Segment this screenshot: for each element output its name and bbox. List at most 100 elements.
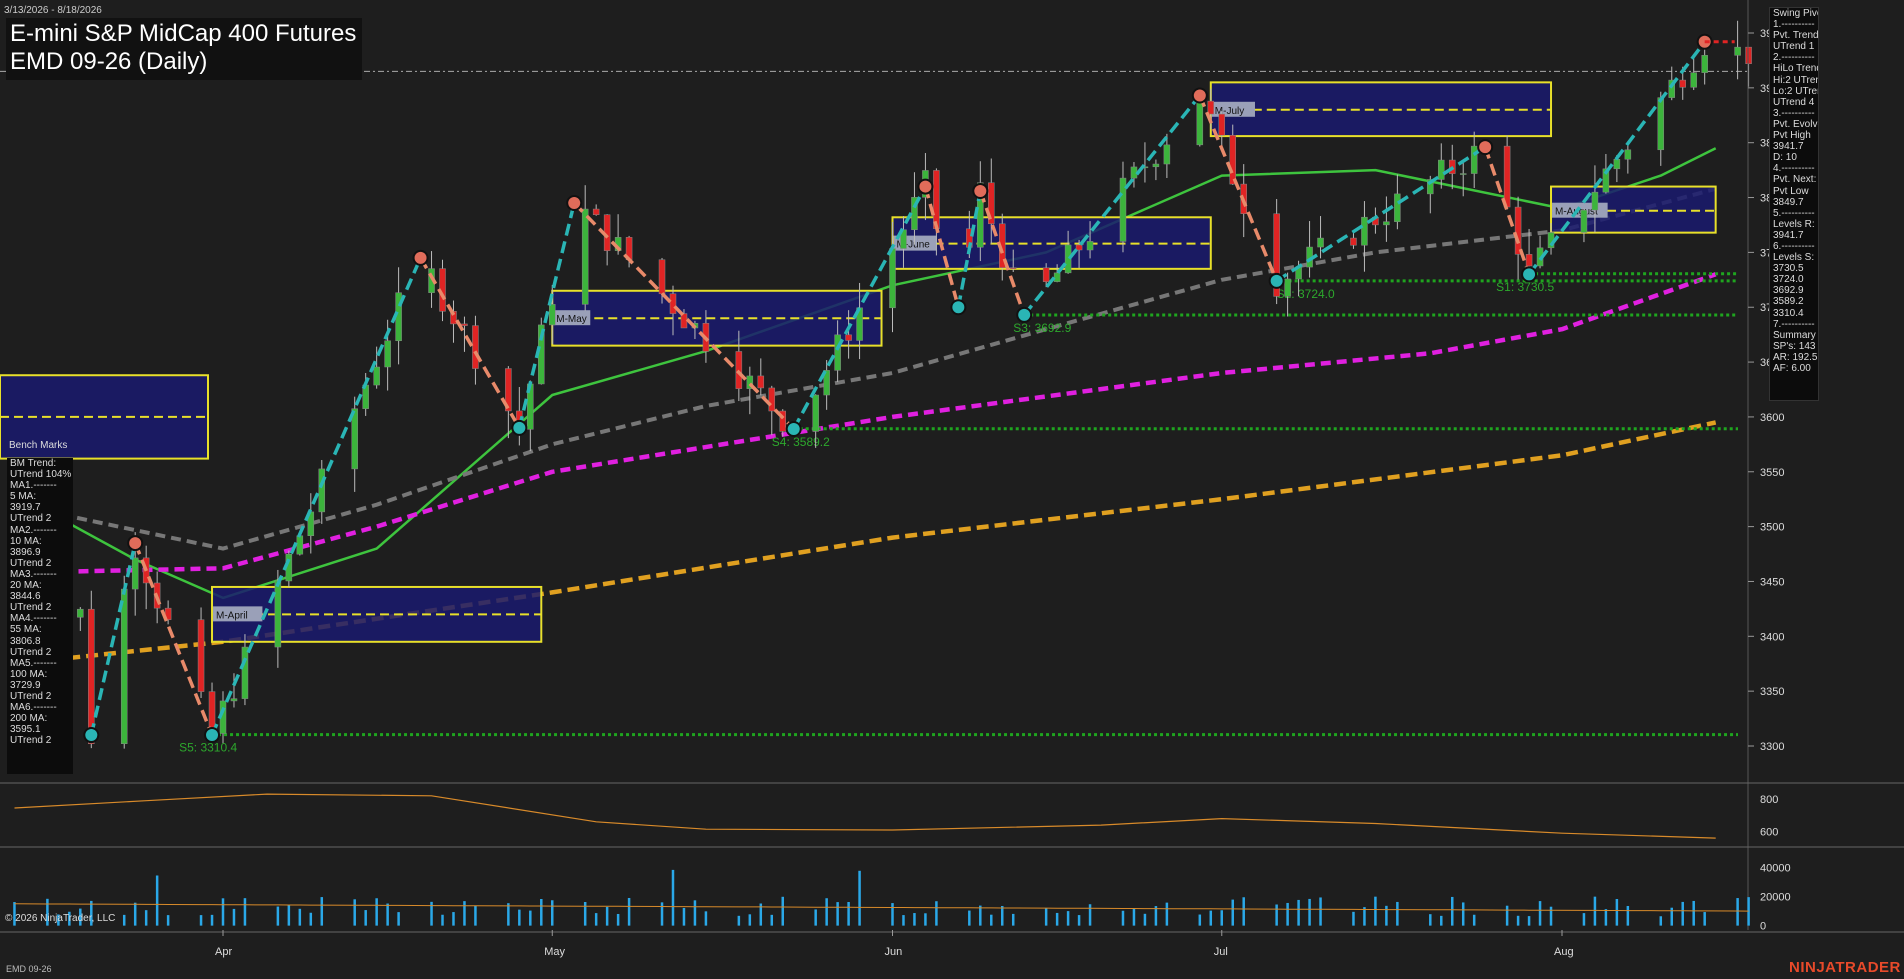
bench-marks-line: MA1.------- xyxy=(10,480,57,492)
candle-body xyxy=(274,580,282,648)
candle-body xyxy=(1734,46,1741,56)
price-tick-label: 3300 xyxy=(1760,741,1784,753)
bench-marks-line: 3595.1 xyxy=(10,724,41,736)
swing-pivots-line: 3730.5 xyxy=(1773,263,1804,275)
swing-pivots-line: AR: 192.5 xyxy=(1773,351,1818,363)
bench-marks-line: 3919.7 xyxy=(10,502,41,514)
price-chart: M-AprilM-MayM-JuneM-JulyM-August S1: 373… xyxy=(0,0,1904,979)
bench-marks-line: 3844.6 xyxy=(10,591,41,603)
candle-body xyxy=(120,588,128,744)
date-tick-label: Apr xyxy=(215,946,232,958)
candle-body xyxy=(1438,159,1445,180)
swing-pivots-line: UTrend 1 xyxy=(1773,41,1815,53)
candle-body xyxy=(241,646,249,699)
candle-body xyxy=(1657,97,1665,151)
pivot-low-marker xyxy=(1016,306,1033,323)
bench-marks-line: 3806.8 xyxy=(10,635,41,647)
pivot-high-marker xyxy=(1477,139,1494,156)
bench-marks-line: MA6.------- xyxy=(10,702,57,714)
bench-marks-line: 3729.9 xyxy=(10,679,41,691)
swing-pivots-line: Pvt High xyxy=(1773,130,1811,142)
bench-marks-line: 20 MA: xyxy=(10,580,42,592)
bench-marks-line: UTrend 2 xyxy=(10,735,52,747)
bench-marks-line: 200 MA: xyxy=(10,713,48,725)
candle-body xyxy=(1075,244,1083,251)
candle-body xyxy=(1009,267,1017,269)
price-tick-label: 3350 xyxy=(1760,686,1784,698)
chart-subtitle: EMD 09-26 (Daily) xyxy=(10,48,208,75)
pivot-high-marker xyxy=(412,249,429,266)
price-tick-label: 3400 xyxy=(1760,631,1784,643)
bench-marks-line: UTrend 104% xyxy=(10,469,72,481)
chart-title: E-mini S&P MidCap 400 Futures xyxy=(10,20,357,47)
candle-body xyxy=(1624,149,1632,160)
candle-body xyxy=(1591,191,1599,211)
support-label: S3: 3692.9 xyxy=(1013,321,1071,335)
candle-body xyxy=(1229,135,1236,185)
candle-body xyxy=(1207,100,1215,115)
pivot-low-marker xyxy=(785,420,802,437)
swing-pivots-line: SP's: 143 xyxy=(1773,340,1816,352)
volume-tick-label: 40000 xyxy=(1760,862,1791,874)
candle-body xyxy=(1361,216,1368,246)
candle-body xyxy=(1459,173,1467,175)
bench-marks-line: MA3.------- xyxy=(10,568,57,580)
candle-body xyxy=(581,208,589,305)
pivot-low-marker xyxy=(204,727,221,744)
swing-pivots-line: 3.---------- xyxy=(1773,107,1815,119)
candle-body xyxy=(197,619,205,692)
candle-body xyxy=(768,387,776,412)
candle-body xyxy=(1163,144,1171,165)
candle-body xyxy=(1053,272,1061,282)
swing-pivots-line: Levels S: xyxy=(1773,252,1815,264)
bench-marks-line: 10 MA: xyxy=(10,535,42,547)
osc-tick-label: 800 xyxy=(1760,794,1778,806)
osc-tick-label: 600 xyxy=(1760,827,1778,839)
candle-body xyxy=(1613,159,1621,170)
support-label: S4: 3589.2 xyxy=(772,435,830,449)
candle-body xyxy=(889,248,896,309)
swing-pivots-line: 3310.4 xyxy=(1773,307,1804,319)
swing-pivots-line: 3941.7 xyxy=(1773,141,1804,153)
swing-pivots-line: Levels R: xyxy=(1773,218,1815,230)
bench-marks-line: UTrend 2 xyxy=(10,602,52,614)
candle-body xyxy=(1350,237,1357,246)
pivot-high-marker xyxy=(972,182,989,199)
candle-body xyxy=(1701,55,1708,73)
swing-pivots-line: 3692.9 xyxy=(1773,285,1804,297)
bench-marks-line: UTrend 2 xyxy=(10,646,52,658)
swing-pivots-line: 3849.7 xyxy=(1773,196,1804,208)
bench-marks-line: UTrend 2 xyxy=(10,690,52,702)
candle-body xyxy=(592,208,600,215)
candle-body xyxy=(1745,46,1752,64)
date-tick-label: Aug xyxy=(1554,946,1574,958)
bench-marks-line: UTrend 2 xyxy=(10,557,52,569)
support-label: S5: 3310.4 xyxy=(179,741,237,755)
swing-pivots-line: 5.---------- xyxy=(1773,207,1815,219)
swing-pivots-line: 1.---------- xyxy=(1773,19,1815,31)
bench-marks-line: 100 MA: xyxy=(10,668,48,680)
pivot-low-marker xyxy=(83,727,100,744)
monthly-box-label: M-April xyxy=(216,610,248,621)
price-tick-label: 3550 xyxy=(1760,467,1784,479)
date-tick-label: Jul xyxy=(1214,946,1228,958)
candle-body xyxy=(318,468,326,513)
swing-pivots-line: Pvt. Next: xyxy=(1773,174,1817,186)
swing-pivots-line: 3724.0 xyxy=(1773,274,1804,286)
candle-body xyxy=(230,698,238,702)
swing-pivots-line: D: 10 xyxy=(1773,152,1797,164)
candle-body xyxy=(549,304,556,326)
candle-body xyxy=(1086,241,1094,251)
swing-pivots-line: Summary xyxy=(1773,329,1816,341)
candle-body xyxy=(1690,72,1697,88)
volume-tick-label: 20000 xyxy=(1760,892,1791,904)
candle-body xyxy=(658,259,666,295)
bench-marks-line: MA2.------- xyxy=(10,524,57,536)
ninjatrader-logo: NINJATRADER xyxy=(1789,959,1901,976)
volume-tick-label: 0 xyxy=(1760,921,1766,933)
bench-marks-line: 5 MA: xyxy=(10,491,37,503)
candle-body xyxy=(472,325,479,369)
date-tick-label: Jun xyxy=(885,946,903,958)
swing-pivots-line: 7.---------- xyxy=(1773,318,1815,330)
swing-pivots-line: Swing Pivots xyxy=(1773,8,1818,19)
